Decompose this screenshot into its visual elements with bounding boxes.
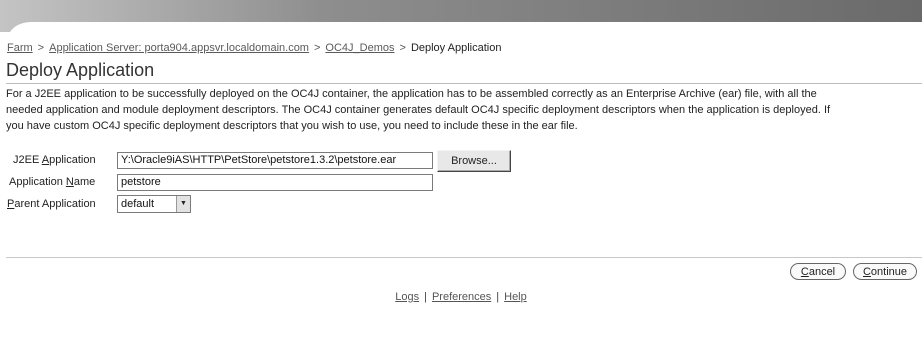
footer-link-preferences[interactable]: Preferences (432, 291, 491, 303)
page-title: Deploy Application (6, 60, 155, 80)
breadcrumb-link-oc4j-demos[interactable]: OC4J_Demos (325, 42, 394, 54)
description-line: you have custom OC4J specific deployment… (6, 120, 578, 132)
breadcrumb-separator: > (313, 42, 321, 54)
j2ee-application-label: J2EE Application (13, 154, 96, 166)
j2ee-application-input[interactable]: Y:\Oracle9iAS\HTTP\PetStore\petstore1.3.… (117, 152, 433, 169)
actions-divider (6, 257, 922, 258)
description-line: For a J2EE application to be successfull… (6, 88, 817, 100)
footer-separator: | (496, 291, 500, 303)
parent-application-label: Parent Application (7, 198, 96, 210)
chevron-down-icon[interactable]: ▼ (176, 196, 190, 212)
breadcrumb-separator: > (37, 42, 45, 54)
parent-application-selected: default (121, 198, 155, 210)
header-banner-graphic (0, 0, 922, 32)
parent-application-select[interactable]: default ▼ (117, 195, 191, 213)
application-name-input[interactable]: petstore (117, 174, 433, 191)
footer-link-help[interactable]: Help (504, 291, 527, 303)
page-description: For a J2EE application to be successfull… (6, 86, 922, 134)
breadcrumb-separator: > (399, 42, 406, 54)
footer-links: Logs | Preferences | Help (0, 291, 922, 303)
application-name-label: Application Name (9, 176, 96, 188)
breadcrumb-link-farm[interactable]: Farm (7, 42, 33, 54)
header-banner (0, 0, 922, 34)
continue-button[interactable]: Continue (853, 263, 917, 280)
breadcrumb-link-app-server[interactable]: Application Server: porta904.appsvr.loca… (49, 42, 309, 54)
footer-separator: | (424, 291, 427, 303)
breadcrumb: Farm > Application Server: porta904.appsvr… (7, 42, 501, 54)
browse-button[interactable]: Browse... (437, 150, 511, 172)
breadcrumb-current: Deploy Application (410, 42, 502, 54)
description-line: needed application and module deployment… (6, 104, 831, 116)
title-divider (6, 83, 922, 84)
footer-link-logs[interactable]: Logs (395, 291, 419, 303)
cancel-button[interactable]: Cancel (790, 263, 846, 280)
